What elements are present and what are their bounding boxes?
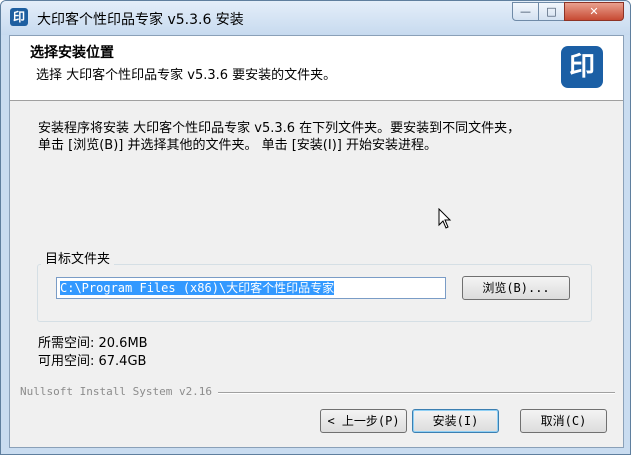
brand-logo-icon: 印 — [561, 46, 603, 88]
destination-folder-label: 目标文件夹 — [41, 248, 115, 267]
window-title: 大印客个性印品专家 v5.3.6 安装 — [37, 12, 244, 28]
page-subtitle: 选择 大印客个性印品专家 v5.3.6 要安装的文件夹。 — [36, 68, 337, 83]
back-button[interactable]: < 上一步(P) — [320, 409, 407, 433]
mouse-cursor-icon — [438, 208, 452, 229]
install-button[interactable]: 安装(I) — [412, 409, 499, 433]
intro-text: 安装程序将安装 大印客个性印品专家 v5.3.6 在下列文件夹。要安装到不同文件… — [38, 120, 598, 154]
minimize-button[interactable]: — — [512, 2, 539, 21]
install-path-input[interactable]: C:\Program Files (x86)\大印客个性印品专家 — [56, 277, 446, 299]
installer-window: 印 大印客个性印品专家 v5.3.6 安装 — □ ✕ 选择安装位置 选择 大印… — [0, 0, 631, 455]
intro-line-1: 安装程序将安装 大印客个性印品专家 v5.3.6 在下列文件夹。要安装到不同文件… — [38, 121, 521, 136]
close-button[interactable]: ✕ — [564, 2, 624, 21]
page-header: 选择安装位置 选择 大印客个性印品专家 v5.3.6 要安装的文件夹。 印 — [10, 36, 623, 101]
maximize-button[interactable]: □ — [538, 2, 565, 21]
intro-line-2: 单击 [浏览(B)] 并选择其他的文件夹。 单击 [安装(I)] 开始安装进程。 — [38, 138, 437, 153]
app-icon: 印 — [10, 8, 28, 26]
nsis-branding: Nullsoft Install System v2.16 — [20, 385, 219, 398]
installer-page: 选择安装位置 选择 大印客个性印品专家 v5.3.6 要安装的文件夹。 印 安装… — [9, 35, 624, 448]
cancel-button[interactable]: 取消(C) — [520, 409, 607, 433]
browse-button[interactable]: 浏览(B)... — [462, 276, 570, 300]
available-space: 可用空间: 67.4GB — [38, 354, 147, 369]
install-path-value: C:\Program Files (x86)\大印客个性印品专家 — [60, 281, 335, 295]
page-title: 选择安装位置 — [30, 45, 114, 61]
required-space: 所需空间: 20.6MB — [38, 336, 148, 351]
title-bar[interactable]: 印 大印客个性印品专家 v5.3.6 安装 — □ ✕ — [1, 1, 630, 35]
